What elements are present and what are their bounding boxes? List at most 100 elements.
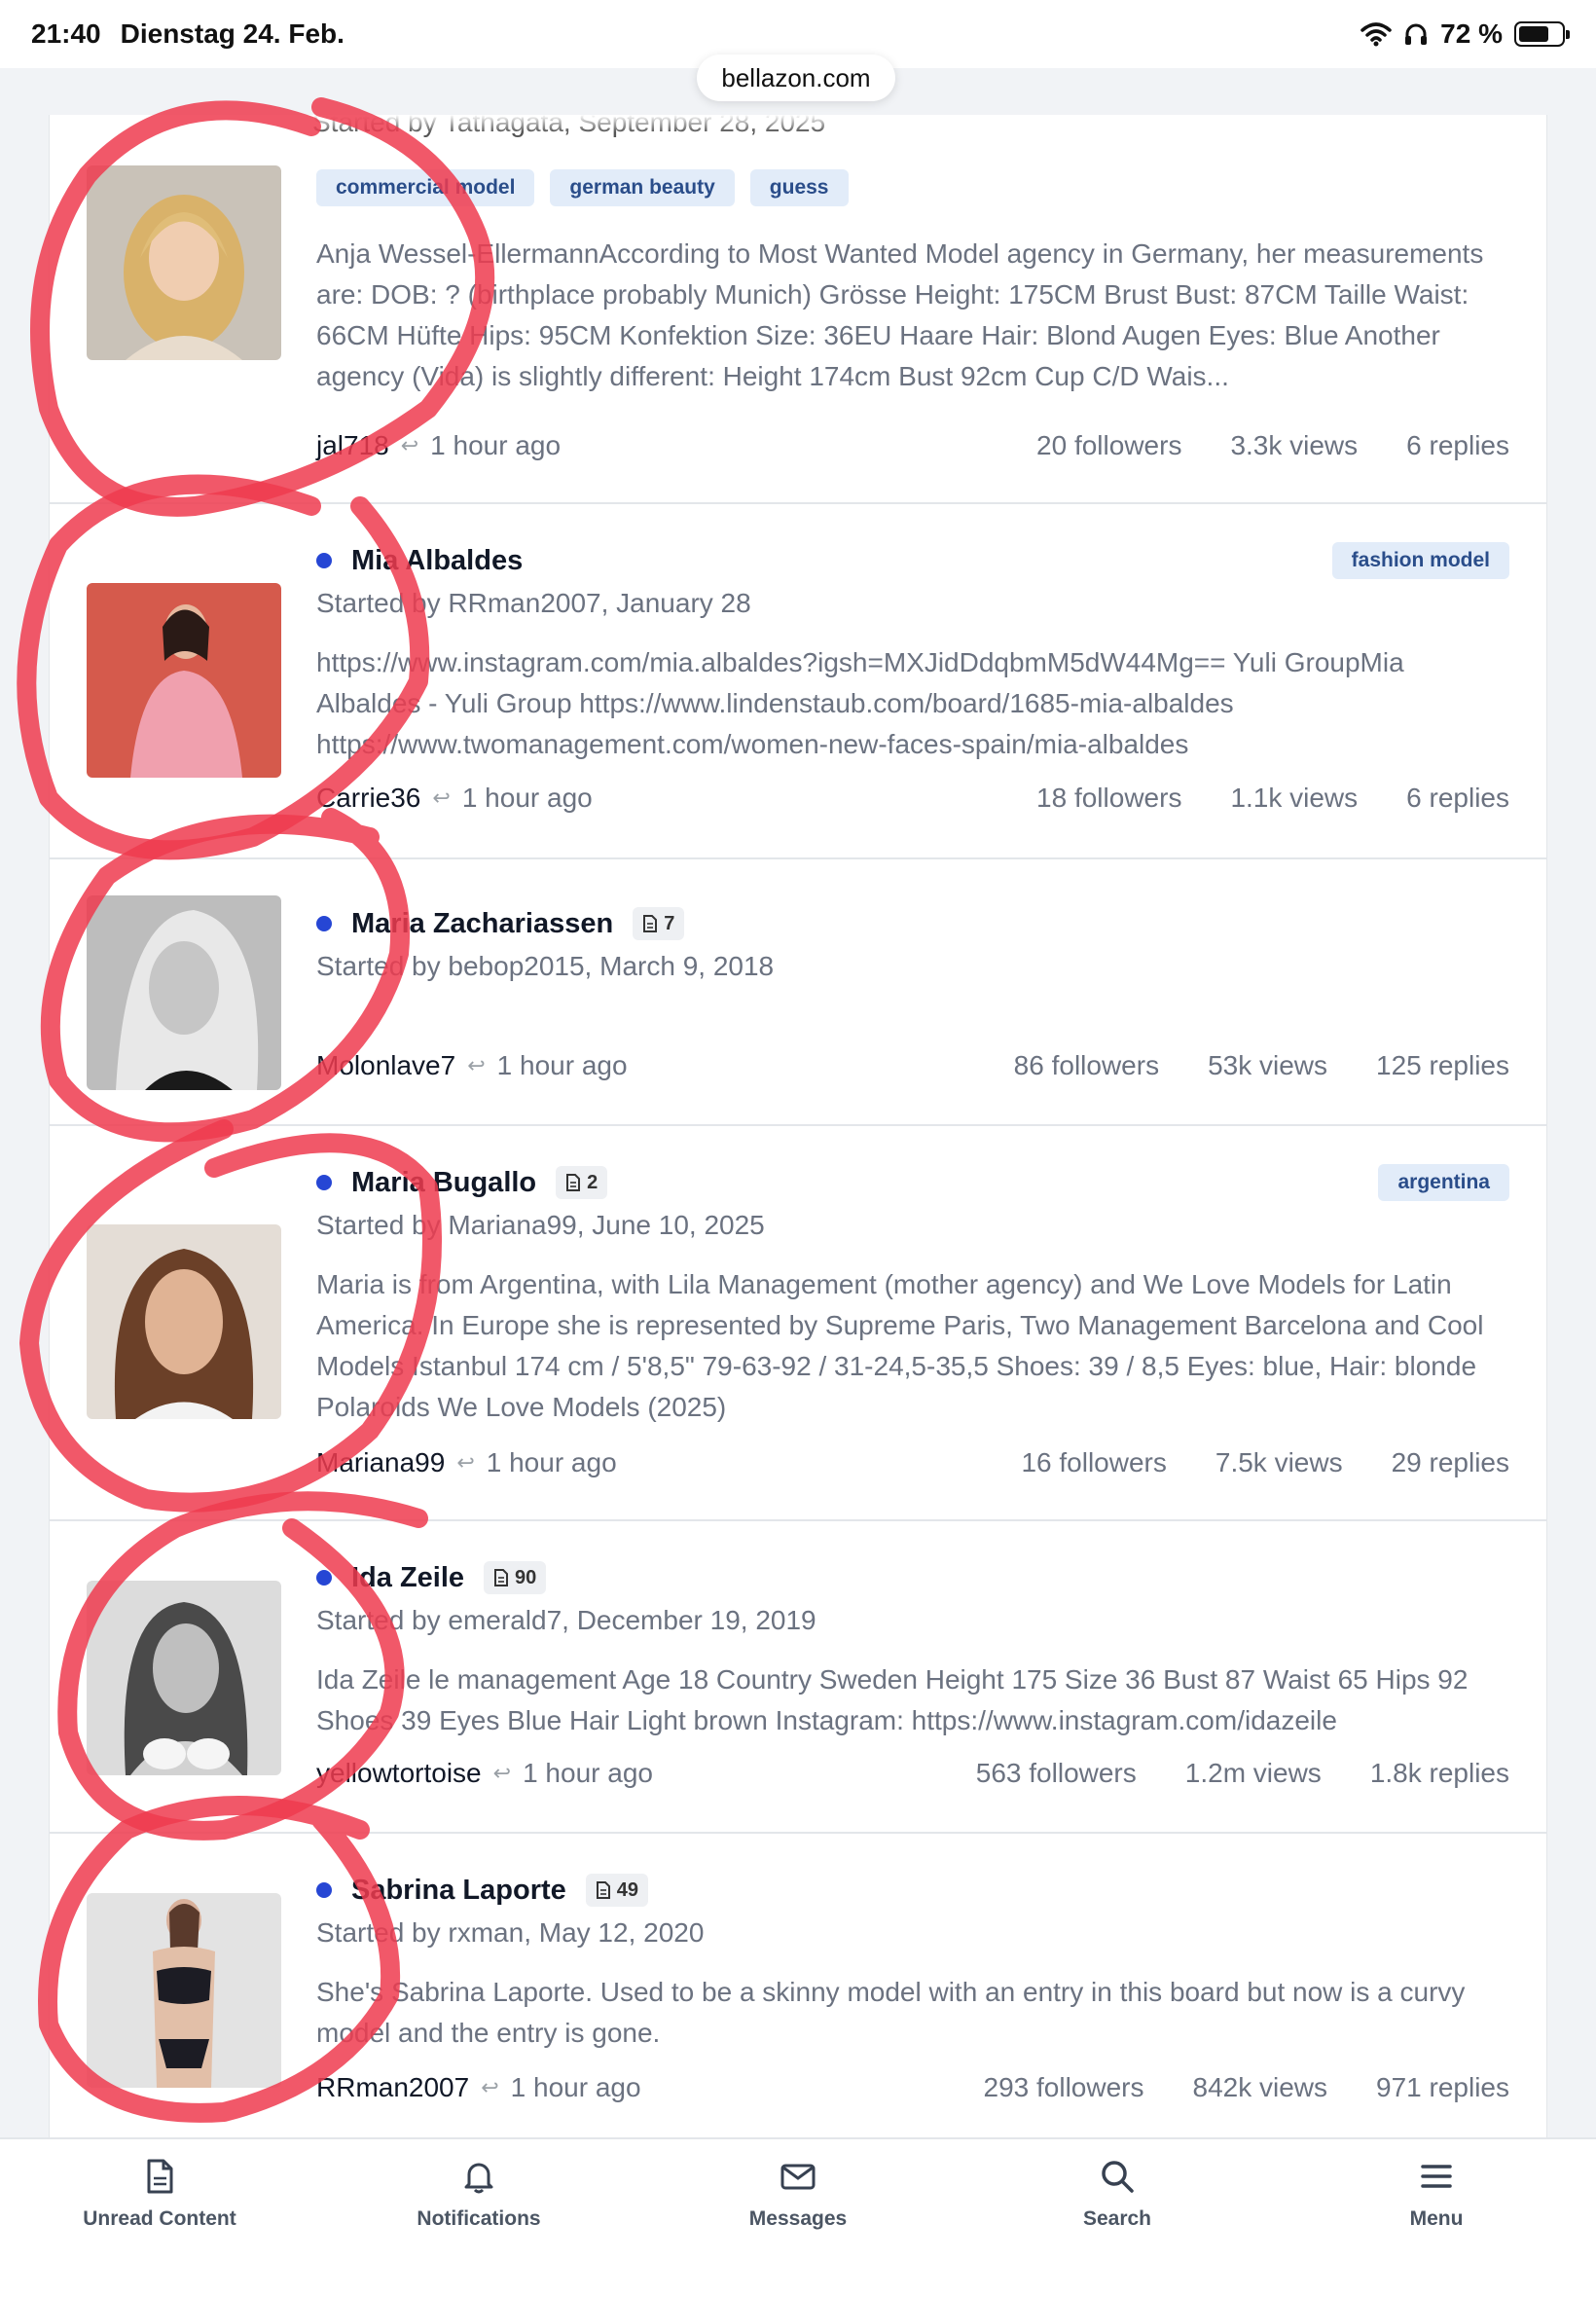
- last-post-time[interactable]: 1 hour ago: [430, 430, 561, 461]
- bell-icon: [464, 2163, 493, 2194]
- followers-count: 20 followers: [1036, 430, 1182, 460]
- document-icon: [596, 1881, 610, 1899]
- topic-tag[interactable]: fashion model: [1331, 542, 1509, 579]
- nav-label: Unread Content: [83, 2207, 236, 2230]
- reply-icon: ↩: [492, 1761, 512, 1785]
- topic-meta: yellowtortoise ↩ 1 hour ago 563 follower…: [316, 1754, 1509, 1793]
- topic-tag[interactable]: guess: [749, 169, 849, 206]
- last-poster[interactable]: Molonlave7: [316, 1050, 455, 1081]
- clock: 21:40: [31, 18, 101, 49]
- last-poster[interactable]: jal718: [316, 430, 389, 461]
- topic-snippet: She's Sabrina Laporte. Used to be a skin…: [316, 1977, 1466, 2048]
- topic-snippet: Maria is from Argentina, with Lila Manag…: [316, 1269, 1484, 1422]
- topic-title[interactable]: Mia Albaldes: [351, 545, 523, 577]
- topic-snippet: https://www.instagram.com/mia.albaldes?i…: [316, 647, 1404, 759]
- last-poster[interactable]: yellowtortoise: [316, 1758, 482, 1789]
- topic-meta: Mariana99 ↩ 1 hour ago 16 followers 7.5k…: [316, 1443, 1509, 1482]
- page-count-badge[interactable]: 90: [484, 1561, 547, 1594]
- page-count-badge[interactable]: 49: [585, 1874, 649, 1907]
- last-poster[interactable]: Mariana99: [316, 1447, 445, 1478]
- nav-search[interactable]: Search: [958, 2139, 1277, 2297]
- topic-row[interactable]: Sabrina Laporte 49 Started by rxman, May…: [50, 1834, 1546, 2137]
- last-post-time[interactable]: 1 hour ago: [523, 1758, 653, 1789]
- topic-row[interactable]: Mia Albaldes fashion model Started by RR…: [50, 504, 1546, 859]
- followers-count: 293 followers: [983, 2072, 1144, 2102]
- views-count: 1.2m views: [1184, 1758, 1322, 1788]
- replies-count: 29 replies: [1391, 1447, 1509, 1477]
- topic-row[interactable]: Ida Zeile 90 Started by emerald7, Decemb…: [50, 1521, 1546, 1834]
- topic-thumbnail[interactable]: [87, 583, 281, 778]
- topic-snippet: Anja Wessel-EllermannAccording to Most W…: [316, 238, 1484, 391]
- replies-count: 6 replies: [1406, 430, 1509, 460]
- unread-dot: [316, 1175, 332, 1190]
- search-icon: [1102, 2161, 1134, 2193]
- date: Dienstag 24. Feb.: [120, 18, 345, 49]
- topic-tags: commercial model german beauty guess: [316, 169, 1509, 206]
- replies-count: 1.8k replies: [1369, 1758, 1509, 1788]
- topic-tags: argentina: [1378, 1164, 1509, 1201]
- page-count-badge[interactable]: 7: [633, 907, 685, 940]
- last-post-time[interactable]: 1 hour ago: [462, 783, 593, 814]
- topic-started: Started by Mariana99, June 10, 2025: [316, 1210, 765, 1240]
- views-count: 842k views: [1192, 2072, 1328, 2102]
- reply-icon: ↩: [481, 2075, 499, 2099]
- unread-dot: [316, 1570, 332, 1586]
- last-post-time[interactable]: 1 hour ago: [497, 1050, 628, 1081]
- topic-meta: Carrie36 ↩ 1 hour ago 18 followers 1.1k …: [316, 779, 1509, 818]
- topic-title[interactable]: Maria Bugallo: [351, 1167, 536, 1199]
- last-poster[interactable]: RRman2007: [316, 2072, 469, 2103]
- last-poster[interactable]: Carrie36: [316, 783, 420, 814]
- reply-icon: ↩: [400, 433, 419, 457]
- topic-meta: RRman2007 ↩ 1 hour ago 293 followers 842…: [316, 2068, 1509, 2107]
- nav-label: Messages: [748, 2207, 848, 2230]
- followers-count: 16 followers: [1021, 1447, 1167, 1477]
- document-icon: [643, 915, 658, 932]
- topic-thumbnail[interactable]: [87, 165, 281, 360]
- unread-dot: [316, 553, 332, 568]
- replies-count: 6 replies: [1406, 783, 1509, 813]
- envelope-icon: [780, 2164, 816, 2190]
- topic-title[interactable]: Sabrina Laporte: [351, 1875, 566, 1907]
- nav-menu[interactable]: Menu: [1277, 2139, 1596, 2297]
- battery-percent: 72 %: [1440, 18, 1503, 49]
- topic-row[interactable]: Maria Bugallo 2 argentina Started by Mar…: [50, 1126, 1546, 1521]
- headphones-icon: [1405, 23, 1428, 45]
- topic-meta: jal718 ↩ 1 hour ago 20 followers 3.3k vi…: [316, 426, 1509, 465]
- nav-unread-content[interactable]: Unread Content: [0, 2139, 319, 2297]
- unread-dot: [316, 916, 332, 931]
- last-post-time[interactable]: 1 hour ago: [511, 2072, 641, 2103]
- last-post-time[interactable]: 1 hour ago: [487, 1447, 617, 1478]
- replies-count: 971 replies: [1376, 2072, 1509, 2102]
- topic-thumbnail[interactable]: [87, 1581, 281, 1775]
- topic-tags: fashion model: [1331, 542, 1509, 579]
- nav-label: Notifications: [417, 2207, 541, 2230]
- nav-label: Search: [1082, 2207, 1152, 2230]
- views-count: 7.5k views: [1215, 1447, 1343, 1477]
- nav-label: Menu: [1409, 2207, 1464, 2230]
- followers-count: 86 followers: [1013, 1050, 1160, 1080]
- topic-thumbnail[interactable]: [87, 895, 281, 1090]
- views-count: 3.3k views: [1230, 430, 1359, 460]
- page-count-badge[interactable]: 2: [556, 1166, 608, 1199]
- topic-tag[interactable]: commercial model: [316, 169, 535, 206]
- topic-tag[interactable]: argentina: [1378, 1164, 1509, 1201]
- topic-row[interactable]: Maria Zachariassen 7 Started by bebop201…: [50, 859, 1546, 1126]
- topic-started: Started by rxman, May 12, 2020: [316, 1917, 705, 1948]
- document-icon: [147, 2159, 173, 2194]
- topic-snippet: Ida Zeile le management Age 18 Country S…: [316, 1664, 1469, 1735]
- topic-title[interactable]: Maria Zachariassen: [351, 908, 613, 940]
- topic-thumbnail[interactable]: [87, 1224, 281, 1419]
- followers-count: 563 followers: [975, 1758, 1137, 1788]
- topic-row[interactable]: commercial model german beauty guess Anja …: [50, 115, 1546, 504]
- nav-notifications[interactable]: Notifications: [319, 2139, 638, 2297]
- topic-thumbnail[interactable]: [87, 1893, 281, 2088]
- unread-dot: [316, 1882, 332, 1898]
- document-icon: [566, 1174, 581, 1191]
- url-bar[interactable]: bellazon.com: [697, 55, 895, 101]
- topic-tag[interactable]: german beauty: [550, 169, 735, 206]
- nav-messages[interactable]: Messages: [638, 2139, 958, 2297]
- topic-started: Started by bebop2015, March 9, 2018: [316, 951, 775, 981]
- topic-title[interactable]: Ida Zeile: [351, 1562, 464, 1594]
- topic-started: Started by emerald7, December 19, 2019: [316, 1605, 816, 1635]
- topic-feed: Started by Tathagata, September 28, 2025…: [49, 115, 1547, 2137]
